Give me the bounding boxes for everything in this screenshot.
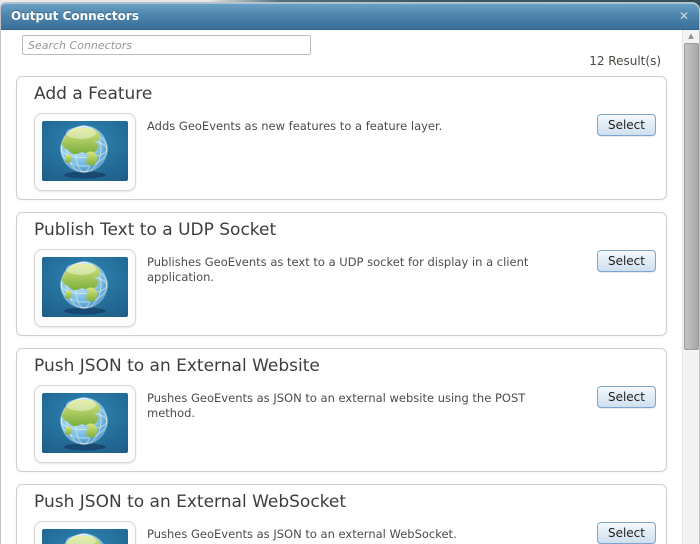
- connector-description: Adds GeoEvents as new features to a feat…: [147, 119, 443, 133]
- globe-icon: [42, 529, 128, 544]
- output-connectors-dialog: Output Connectors ✕ 12 Result(s) Add a F…: [0, 2, 700, 544]
- connector-title: Publish Text to a UDP Socket: [34, 220, 277, 240]
- connector-description: Pushes GeoEvents as JSON to an external …: [147, 391, 526, 420]
- scrollbar[interactable]: ▲: [682, 30, 699, 544]
- results-count: 12 Result(s): [589, 54, 661, 68]
- connector-thumbnail: [34, 113, 136, 191]
- select-button[interactable]: Select: [596, 386, 656, 408]
- screen: Output Connectors ✕ 12 Result(s) Add a F…: [0, 0, 700, 544]
- close-icon[interactable]: ✕: [676, 8, 692, 24]
- scrollbar-thumb[interactable]: [684, 43, 699, 350]
- dialog-body: 12 Result(s) Add a Feature Adds GeoEvent…: [1, 30, 699, 544]
- connector-description: Pushes GeoEvents as JSON to an external …: [147, 527, 457, 541]
- scroll-up-icon[interactable]: ▲: [683, 30, 699, 43]
- select-button[interactable]: Select: [596, 114, 656, 136]
- connector-thumbnail: [34, 521, 136, 544]
- connector-title: Push JSON to an External WebSocket: [34, 492, 347, 512]
- search-input[interactable]: [22, 35, 311, 55]
- select-button[interactable]: Select: [596, 250, 656, 272]
- dialog-title: Output Connectors: [11, 9, 139, 23]
- connector-title: Push JSON to an External Website: [34, 356, 320, 376]
- globe-icon: [42, 121, 128, 181]
- select-button[interactable]: Select: [596, 522, 656, 544]
- dialog-titlebar: Output Connectors ✕: [1, 3, 699, 30]
- globe-icon: [42, 257, 128, 317]
- connector-list: Add a Feature Adds GeoEvents as new feat…: [16, 76, 667, 544]
- connector-thumbnail: [34, 249, 136, 327]
- connector-card: Add a Feature Adds GeoEvents as new feat…: [16, 76, 667, 200]
- connector-card: Push JSON to an External WebSocket Pushe…: [16, 484, 667, 544]
- connector-description: Publishes GeoEvents as text to a UDP soc…: [147, 255, 529, 284]
- connector-title: Add a Feature: [34, 84, 153, 104]
- globe-icon: [42, 393, 128, 453]
- connector-thumbnail: [34, 385, 136, 463]
- connector-card: Push JSON to an External Website Pushes …: [16, 348, 667, 472]
- connector-card: Publish Text to a UDP Socket Publishes G…: [16, 212, 667, 336]
